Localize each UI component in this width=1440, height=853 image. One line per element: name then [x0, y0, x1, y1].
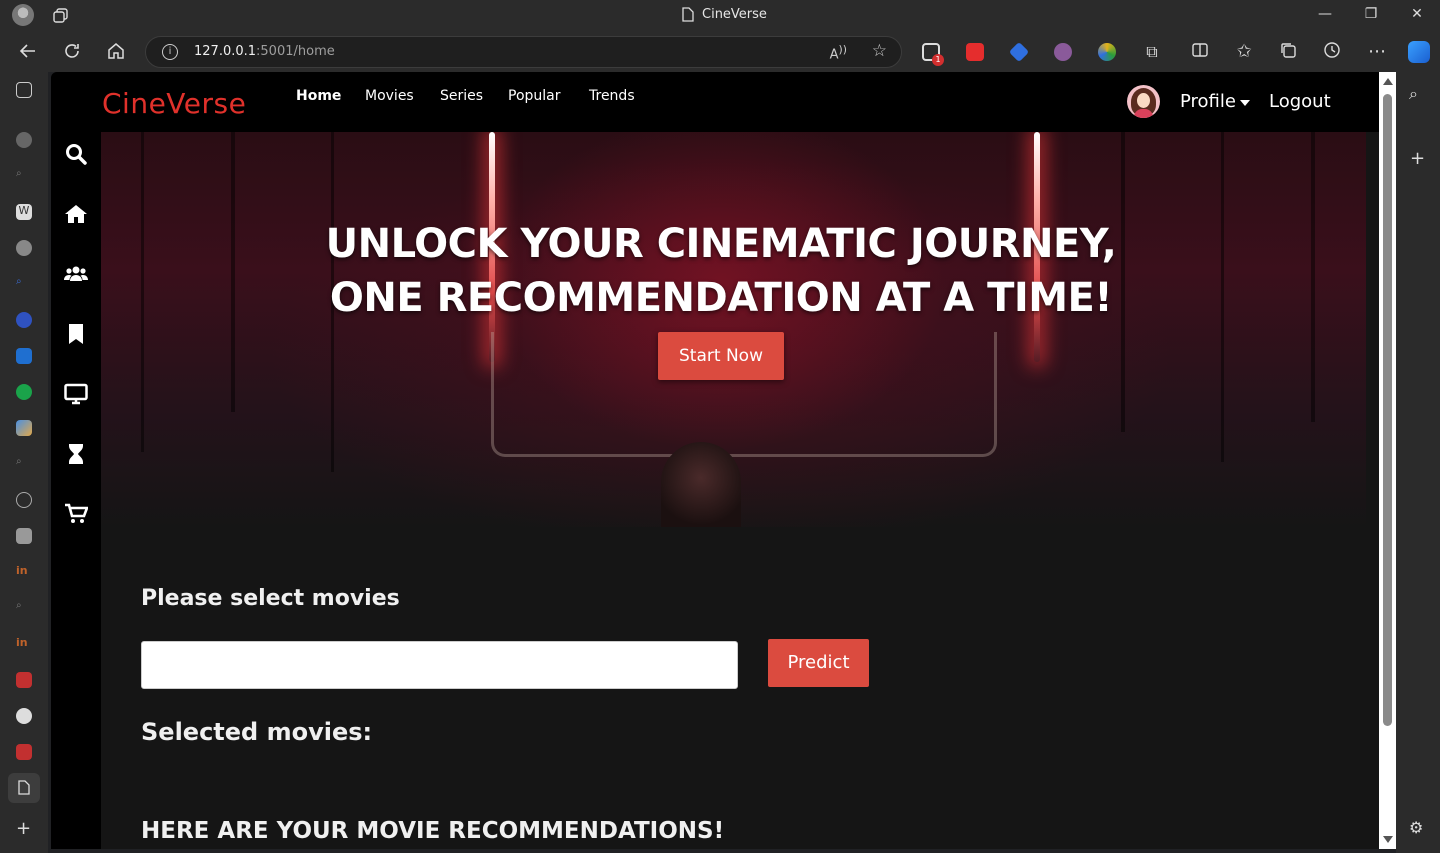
copilot-icon[interactable] — [1408, 41, 1430, 63]
more-menu-icon[interactable]: ⋯ — [1366, 41, 1388, 63]
browser-toolbar: i 127.0.0.1:5001/home A)) ☆ — [0, 32, 1440, 72]
predict-button[interactable]: Predict — [768, 639, 869, 687]
favorite-star-icon[interactable]: ☆ — [872, 41, 887, 61]
page-icon — [18, 780, 30, 795]
users-icon[interactable] — [64, 262, 88, 286]
scroll-down-arrow-icon[interactable] — [1383, 836, 1393, 843]
tab-actions-icon[interactable] — [52, 7, 70, 25]
restore-button[interactable]: ❐ — [1362, 6, 1380, 24]
extensions-puzzle-icon[interactable]: ⧉ — [1141, 41, 1163, 63]
tab-favicon-1[interactable] — [16, 132, 32, 148]
extension-icon-5[interactable] — [1098, 43, 1116, 61]
page-icon — [682, 7, 694, 22]
selected-movies-label: Selected movies: — [141, 718, 373, 746]
start-now-button[interactable]: Start Now — [658, 332, 784, 380]
hourglass-icon[interactable] — [64, 442, 88, 466]
sidebar-search-icon[interactable]: ⌕ — [1409, 84, 1418, 104]
tab-favicon-search-3[interactable]: ⌕ — [16, 456, 32, 472]
page-viewport: CineVerse Home Movies Series Popular Tre… — [51, 72, 1396, 849]
tab-favicon-search-2[interactable]: ⌕ — [16, 276, 32, 292]
tab-favicon-3[interactable] — [16, 312, 32, 328]
extension-icon-4[interactable] — [1054, 43, 1072, 61]
search-icon[interactable] — [64, 142, 88, 166]
nav-trends[interactable]: Trends — [589, 88, 635, 104]
sidebar-settings-gear-icon[interactable]: ⚙ — [1409, 818, 1423, 837]
app-navbar: CineVerse Home Movies Series Popular Tre… — [51, 72, 1396, 132]
hero-banner: Unlock your cinematic journey, one recom… — [101, 132, 1366, 527]
page-scrollbar[interactable] — [1379, 72, 1396, 849]
active-tab[interactable]: CineVerse — [682, 7, 767, 22]
nav-popular[interactable]: Popular — [508, 88, 561, 104]
history-icon[interactable] — [1321, 41, 1343, 63]
logout-link[interactable]: Logout — [1269, 91, 1331, 112]
hero-figure-silhouette — [661, 442, 741, 527]
split-screen-icon[interactable] — [1189, 41, 1211, 63]
active-vertical-tab[interactable] — [8, 773, 40, 803]
back-button[interactable] — [17, 41, 39, 63]
movie-search-input[interactable] — [141, 641, 738, 689]
tab-favicon-wikipedia[interactable]: W — [16, 204, 32, 220]
tab-favicon-4[interactable] — [16, 420, 32, 436]
tab-title-text: CineVerse — [702, 7, 767, 22]
app-icon-sidebar — [51, 132, 101, 849]
profile-dropdown[interactable]: Profile — [1180, 91, 1250, 112]
read-aloud-icon[interactable]: A)) — [830, 43, 847, 62]
url-text[interactable]: 127.0.0.1:5001/home — [194, 44, 335, 59]
browser-profile-avatar[interactable] — [12, 4, 34, 26]
tab-favicon-8[interactable]: in — [16, 636, 32, 652]
tab-favicon-2[interactable] — [16, 240, 32, 256]
hero-title-line-1: Unlock your cinematic journey, — [325, 221, 1117, 267]
tab-favicon-github[interactable] — [16, 708, 32, 724]
tab-favicon-6[interactable] — [16, 528, 32, 544]
tab-favicon-7[interactable]: in — [16, 564, 32, 580]
url-host: 127.0.0.1 — [194, 44, 257, 59]
favorites-icon[interactable]: ✩ — [1233, 41, 1255, 63]
new-tab-plus-icon[interactable]: + — [16, 818, 31, 839]
tab-favicon-search-1[interactable]: ⌕ — [16, 168, 32, 184]
tab-favicon-search-4[interactable]: ⌕ — [16, 600, 32, 616]
recommendations-heading: HERE ARE YOUR MOVIE RECOMMENDATIONS! — [141, 818, 725, 844]
tab-favicon-pdf-1[interactable] — [16, 672, 32, 688]
sidebar-add-icon[interactable]: + — [1410, 148, 1425, 169]
cart-icon[interactable] — [64, 502, 88, 526]
edge-right-sidebar: ⌕ + ⚙ — [1396, 72, 1440, 853]
bookmark-icon[interactable] — [64, 322, 88, 346]
tab-favicon-zhihu[interactable] — [16, 348, 32, 364]
vertical-tabs-sidebar: ⌕ W ⌕ ⌕ in ⌕ in + — [0, 72, 48, 853]
caret-down-icon — [1239, 100, 1250, 106]
address-bar[interactable]: i 127.0.0.1:5001/home A)) ☆ — [145, 36, 902, 68]
scrollbar-thumb[interactable] — [1383, 94, 1392, 726]
extension-icon-2[interactable] — [966, 43, 984, 61]
site-info-icon[interactable]: i — [162, 44, 178, 60]
hero-title: Unlock your cinematic journey, one recom… — [101, 217, 1341, 325]
nav-series[interactable]: Series — [440, 88, 483, 104]
browser-titlebar: CineVerse — ❐ ✕ — [0, 0, 1440, 32]
home-button[interactable] — [105, 41, 127, 63]
extension-badge: 1 — [932, 54, 944, 66]
refresh-button[interactable] — [61, 41, 83, 63]
tab-favicon-5[interactable] — [16, 492, 32, 508]
minimize-button[interactable]: — — [1316, 6, 1334, 24]
profile-label: Profile — [1180, 91, 1236, 112]
hero-title-line-2: one recommendation at a time! — [329, 275, 1113, 321]
url-path: :5001/home — [256, 44, 335, 59]
refresh-icon — [65, 44, 79, 58]
brand-logo[interactable]: CineVerse — [102, 87, 246, 120]
tab-actions-menu-icon[interactable] — [16, 82, 32, 98]
nav-movies[interactable]: Movies — [365, 88, 414, 104]
home-icon[interactable] — [64, 202, 88, 226]
collections-icon[interactable] — [1277, 41, 1299, 63]
browser-home-icon — [108, 43, 124, 59]
back-arrow-icon — [19, 44, 35, 58]
scroll-up-arrow-icon[interactable] — [1383, 78, 1393, 85]
tab-favicon-wechat[interactable] — [16, 384, 32, 400]
close-window-button[interactable]: ✕ — [1408, 6, 1426, 24]
nav-home[interactable]: Home — [296, 88, 341, 104]
tab-favicon-pdf-2[interactable] — [16, 744, 32, 760]
tv-icon[interactable] — [64, 382, 88, 406]
user-avatar[interactable] — [1127, 85, 1160, 118]
select-movies-label: Please select movies — [141, 586, 400, 611]
